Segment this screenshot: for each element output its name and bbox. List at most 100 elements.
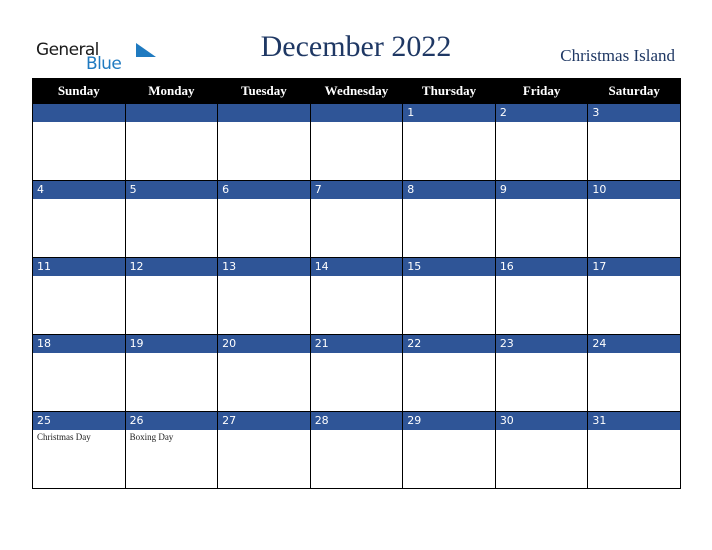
day-number <box>218 104 310 122</box>
holiday-label <box>33 122 125 124</box>
holiday-label <box>33 276 125 278</box>
day-cell[interactable]: 28 <box>309 411 404 489</box>
day-number: 3 <box>588 104 680 122</box>
holiday-label <box>588 353 680 355</box>
day-cell[interactable]: 14 <box>309 257 404 335</box>
day-cell[interactable]: 5 <box>124 180 219 258</box>
day-number <box>33 104 125 122</box>
holiday-label <box>403 353 495 355</box>
day-number: 15 <box>403 258 495 276</box>
day-cell[interactable]: 27 <box>217 411 311 489</box>
holiday-label <box>218 199 310 201</box>
holiday-label <box>218 276 310 278</box>
day-number: 25 <box>33 412 125 430</box>
day-number: 16 <box>495 258 588 276</box>
day-cell[interactable]: 15 <box>402 257 496 335</box>
day-cell[interactable]: 13 <box>217 257 311 335</box>
day-cell[interactable]: 4 <box>32 180 126 258</box>
holiday-label <box>496 199 588 201</box>
day-number: 10 <box>588 181 680 199</box>
holiday-label <box>496 122 588 124</box>
day-number: 4 <box>33 181 125 199</box>
day-cell[interactable]: 21 <box>309 334 404 412</box>
day-number: 12 <box>125 258 218 276</box>
day-cell[interactable]: 7 <box>309 180 404 258</box>
day-number: 11 <box>33 258 125 276</box>
weekday-header-row: Sunday Monday Tuesday Wednesday Thursday Frid… <box>32 78 681 104</box>
day-number: 29 <box>403 412 495 430</box>
day-cell[interactable]: 17 <box>587 257 681 335</box>
holiday-label <box>311 122 403 124</box>
holiday-label <box>311 353 403 355</box>
day-number: 26 <box>125 412 218 430</box>
holiday-label <box>311 430 403 432</box>
day-number: 22 <box>403 335 495 353</box>
holiday-label <box>496 353 588 355</box>
holiday-label <box>218 430 310 432</box>
day-cell[interactable] <box>309 103 404 181</box>
week-row: 18 19 20 21 22 23 24 <box>32 334 681 412</box>
holiday-label <box>496 276 588 278</box>
day-cell[interactable]: 25 Christmas Day <box>32 411 126 489</box>
day-cell[interactable]: 29 <box>402 411 496 489</box>
holiday-label <box>311 276 403 278</box>
weekday-header-saturday: Saturday <box>587 78 681 104</box>
day-number: 1 <box>403 104 495 122</box>
weekday-header-sunday: Sunday <box>32 78 126 104</box>
day-cell[interactable]: 12 <box>124 257 219 335</box>
holiday-label <box>33 353 125 355</box>
holiday-label <box>403 430 495 432</box>
day-cell[interactable]: 6 <box>217 180 311 258</box>
region-label: Christmas Island <box>560 46 675 65</box>
holiday-label: Boxing Day <box>129 432 174 442</box>
holiday-label <box>126 199 218 201</box>
day-cell[interactable]: 26 Boxing Day <box>124 411 219 489</box>
week-row: 4 5 6 7 8 9 10 <box>32 180 681 258</box>
day-cell[interactable]: 23 <box>494 334 589 412</box>
day-cell[interactable]: 18 <box>32 334 126 412</box>
day-cell[interactable]: 9 <box>494 180 589 258</box>
day-number: 6 <box>218 181 310 199</box>
day-number: 28 <box>310 412 403 430</box>
day-cell[interactable]: 19 <box>124 334 219 412</box>
day-cell[interactable]: 20 <box>217 334 311 412</box>
holiday-label <box>588 199 680 201</box>
day-number: 14 <box>310 258 403 276</box>
day-number: 8 <box>403 181 495 199</box>
week-row: 11 12 13 14 15 16 17 <box>32 257 681 335</box>
calendar-grid: Sunday Monday Tuesday Wednesday Thursday Frid… <box>32 78 681 489</box>
holiday-label <box>218 353 310 355</box>
holiday-label <box>126 122 218 124</box>
holiday-label <box>311 199 403 201</box>
day-cell[interactable]: 31 <box>587 411 681 489</box>
day-number <box>125 104 218 122</box>
day-cell[interactable] <box>124 103 219 181</box>
day-number: 21 <box>310 335 403 353</box>
holiday-label <box>403 122 495 124</box>
day-number: 27 <box>218 412 310 430</box>
holiday-label <box>403 199 495 201</box>
day-number: 30 <box>495 412 588 430</box>
day-cell[interactable] <box>217 103 311 181</box>
weekday-header-wednesday: Wednesday <box>309 78 404 104</box>
holiday-label <box>126 276 218 278</box>
day-cell[interactable]: 8 <box>402 180 496 258</box>
day-cell[interactable]: 11 <box>32 257 126 335</box>
day-cell[interactable]: 2 <box>494 103 589 181</box>
day-cell[interactable]: 24 <box>587 334 681 412</box>
day-cell[interactable]: 30 <box>494 411 589 489</box>
day-number: 13 <box>218 258 310 276</box>
day-cell[interactable]: 16 <box>494 257 589 335</box>
holiday-label <box>588 122 680 124</box>
weekday-header-thursday: Thursday <box>402 78 496 104</box>
holiday-label <box>33 199 125 201</box>
day-number: 23 <box>495 335 588 353</box>
day-number: 20 <box>218 335 310 353</box>
holiday-label <box>496 430 588 432</box>
day-cell[interactable]: 10 <box>587 180 681 258</box>
week-row: 123 <box>32 103 681 181</box>
day-cell[interactable] <box>32 103 126 181</box>
day-cell[interactable]: 1 <box>402 103 496 181</box>
day-cell[interactable]: 22 <box>402 334 496 412</box>
day-cell[interactable]: 3 <box>587 103 681 181</box>
